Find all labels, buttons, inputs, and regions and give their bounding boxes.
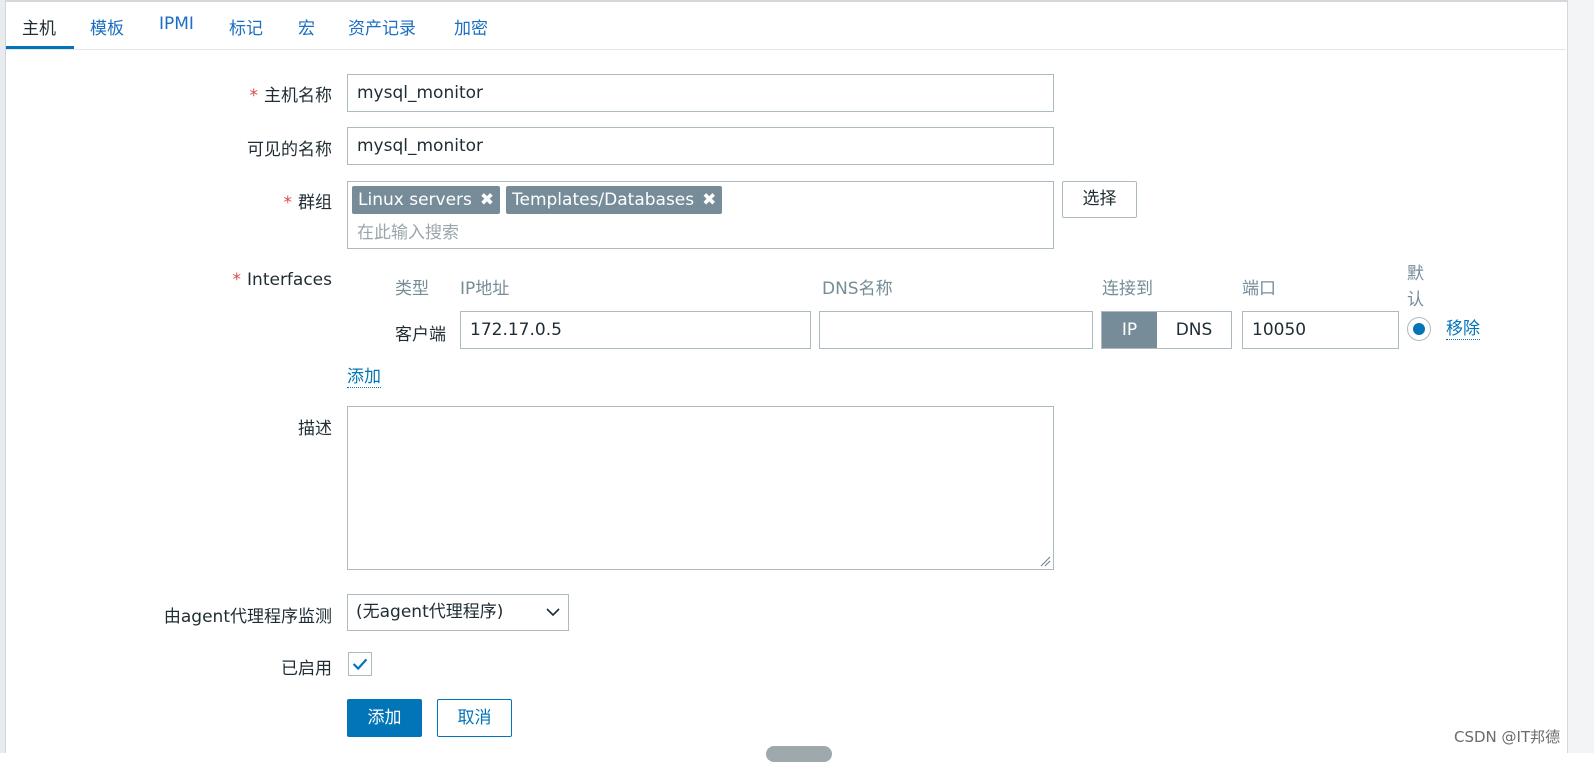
- add-button[interactable]: 添加: [347, 699, 422, 737]
- visible-name-input[interactable]: mysql_monitor: [347, 127, 1054, 165]
- description-label: 描述: [298, 419, 332, 439]
- host-name-input[interactable]: mysql_monitor: [347, 74, 1054, 112]
- required-mark: *: [232, 270, 242, 290]
- connect-ip-option[interactable]: IP: [1102, 312, 1157, 348]
- connect-dns-option[interactable]: DNS: [1157, 312, 1231, 348]
- remove-chip-icon[interactable]: ✖: [702, 190, 716, 210]
- window-left-edge: [0, 0, 6, 753]
- tab-tags[interactable]: 标记: [229, 14, 263, 39]
- remove-chip-icon[interactable]: ✖: [480, 190, 494, 210]
- enabled-checkbox[interactable]: [348, 652, 372, 676]
- active-tab-indicator: [6, 46, 74, 49]
- tab-inventory[interactable]: 资产记录: [348, 14, 416, 39]
- monitored-by-select[interactable]: (无agent代理程序): [347, 594, 569, 631]
- interface-type-header: 类型: [395, 279, 429, 299]
- host-name-label: * 主机名称: [249, 86, 333, 106]
- enabled-label: 已启用: [281, 659, 332, 679]
- interface-type-value: 客户端: [395, 325, 446, 345]
- cancel-button[interactable]: 取消: [437, 699, 512, 737]
- interface-dns-header: DNS名称: [822, 279, 893, 299]
- select-groups-button[interactable]: 选择: [1062, 181, 1137, 218]
- interface-ip-input[interactable]: 172.17.0.5: [460, 311, 811, 349]
- required-mark: *: [283, 193, 293, 213]
- tab-host[interactable]: 主机: [22, 14, 56, 39]
- required-mark: *: [249, 86, 259, 106]
- watermark: CSDN @IT邦德: [1454, 728, 1561, 746]
- interface-port-input[interactable]: 10050: [1242, 311, 1399, 349]
- interface-connect-header: 连接到: [1102, 279, 1153, 299]
- group-chip: Templates/Databases ✖: [506, 186, 723, 214]
- description-textarea[interactable]: [347, 406, 1054, 570]
- radio-selected-dot: [1413, 323, 1425, 335]
- tab-ipmi[interactable]: IPMI: [159, 14, 194, 34]
- monitored-by-label: 由agent代理程序监测: [163, 607, 332, 627]
- groups-label: * 群组: [283, 193, 333, 213]
- tab-bar: 主机 模板 IPMI 标记 宏 资产记录 加密: [6, 2, 1566, 50]
- connect-to-toggle: IP DNS: [1101, 311, 1232, 349]
- tab-encryption[interactable]: 加密: [454, 14, 488, 39]
- remove-interface-link[interactable]: 移除: [1446, 319, 1480, 340]
- tab-macros[interactable]: 宏: [298, 14, 315, 39]
- interface-port-header: 端口: [1242, 279, 1276, 299]
- default-interface-radio[interactable]: [1407, 317, 1431, 341]
- add-interface-link[interactable]: 添加: [347, 367, 381, 388]
- groups-multiselect[interactable]: Linux servers ✖ Templates/Databases ✖ 在此输入…: [347, 181, 1054, 249]
- interfaces-label: * Interfaces: [232, 270, 332, 290]
- checkmark-icon: [352, 658, 368, 671]
- tab-templates[interactable]: 模板: [90, 14, 124, 39]
- interface-default-header: 认: [1407, 290, 1424, 310]
- visible-name-label: 可见的名称: [247, 140, 332, 160]
- window-scroll-gutter: [1567, 0, 1594, 753]
- group-chip: Linux servers ✖: [352, 186, 501, 214]
- interface-ip-header: IP地址: [460, 279, 510, 299]
- chevron-down-icon: [546, 608, 560, 617]
- interface-dns-input[interactable]: [819, 311, 1093, 349]
- groups-search-placeholder[interactable]: 在此输入搜索: [357, 218, 459, 243]
- resize-grip-icon[interactable]: [1039, 555, 1051, 567]
- interface-default-header: 默: [1407, 264, 1424, 284]
- scroll-handle[interactable]: [766, 746, 832, 762]
